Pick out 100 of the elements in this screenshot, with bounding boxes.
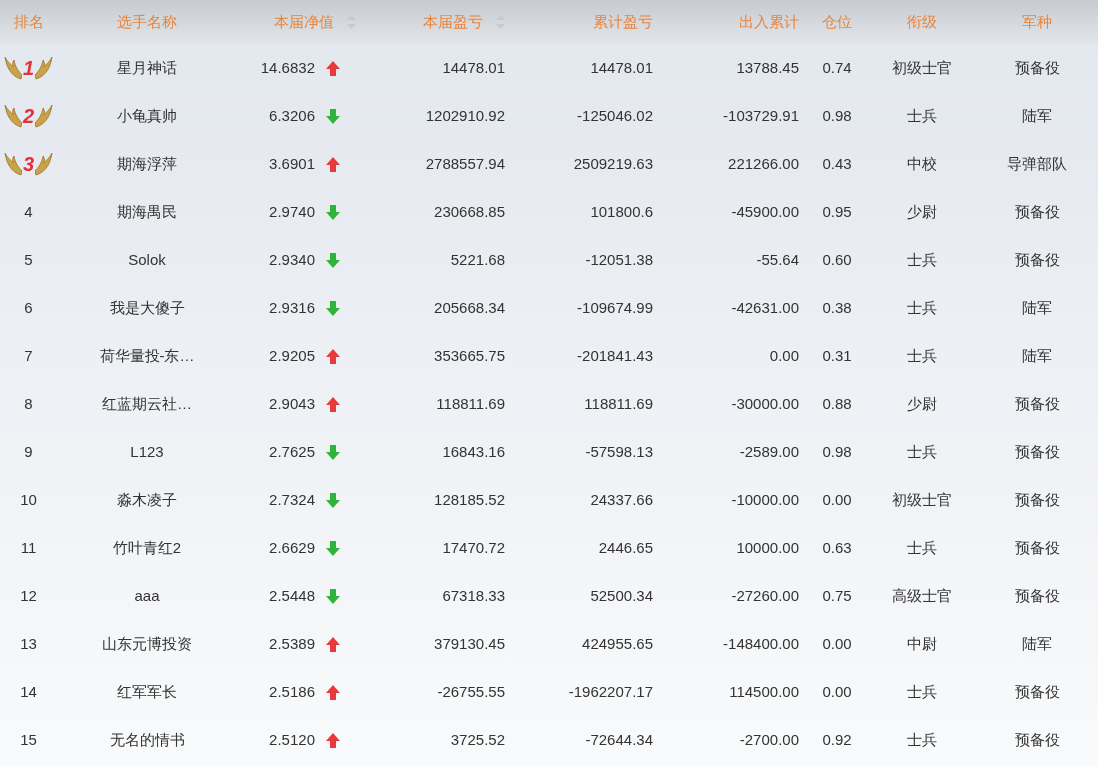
total-profit-cell-text: 2446.65 bbox=[598, 537, 653, 558]
net-value-cell-text: 2.7625 bbox=[269, 441, 315, 462]
net-value-cell-text: 2.5448 bbox=[269, 585, 315, 606]
rank-title-cell-text: 士兵 bbox=[907, 249, 937, 270]
player-name[interactable]: 竹叶青红2 bbox=[112, 536, 182, 560]
total-profit-cell-text: 118811.69 bbox=[584, 393, 653, 414]
wing-icon bbox=[3, 55, 22, 81]
position-cell-text: 0.31 bbox=[822, 345, 852, 366]
player-name[interactable]: 荷华量投-东… bbox=[99, 344, 195, 368]
position-cell-text: 0.38 bbox=[822, 297, 852, 318]
column-header: 累计盈亏 bbox=[593, 11, 653, 32]
column-header: 排名 bbox=[13, 11, 44, 32]
rank-cell-text: 4 bbox=[24, 201, 33, 222]
flow-cell-text: -42631.00 bbox=[731, 297, 799, 318]
profit-cell-text: 128185.52 bbox=[434, 489, 505, 510]
flow-cell-text: -45900.00 bbox=[731, 201, 799, 222]
player-name[interactable]: 期海禺民 bbox=[117, 200, 177, 224]
rank-medal: 2 bbox=[3, 103, 54, 129]
flow-cell-text: 0.00 bbox=[769, 345, 799, 366]
column-header: 仓位 bbox=[822, 11, 852, 32]
player-name[interactable]: 我是大傻子 bbox=[109, 296, 185, 320]
rank-cell-text: 15 bbox=[20, 729, 37, 750]
player-name[interactable]: 无名的情书 bbox=[109, 728, 185, 752]
player-name[interactable]: aaa bbox=[134, 584, 160, 608]
profit-cell-text: 67318.33 bbox=[442, 585, 505, 606]
player-name[interactable]: 星月神话 bbox=[117, 56, 177, 80]
total-profit-cell-text: 14478.01 bbox=[590, 57, 653, 78]
rank-cell-text: 6 bbox=[24, 297, 33, 318]
wing-icon bbox=[3, 151, 22, 177]
player-name[interactable]: 淼木凌子 bbox=[117, 488, 177, 512]
profit-cell-text: 3725.52 bbox=[450, 729, 505, 750]
net-value-cell-text: 2.7324 bbox=[269, 489, 315, 510]
rank-title-cell-text: 中尉 bbox=[907, 633, 937, 654]
rank-title-cell-text: 士兵 bbox=[907, 537, 937, 558]
flow-cell-text: 13788.45 bbox=[736, 57, 799, 78]
rank-title-cell-text: 士兵 bbox=[907, 297, 937, 318]
branch-cell-text: 陆军 bbox=[1022, 345, 1052, 366]
branch-cell-text: 预备役 bbox=[1014, 201, 1060, 222]
branch-cell-text: 预备役 bbox=[1014, 585, 1060, 606]
rank-title-cell-text: 中校 bbox=[907, 153, 937, 174]
player-name[interactable]: 红蓝期云社… bbox=[102, 392, 192, 416]
profit-cell-text: 17470.72 bbox=[442, 537, 505, 558]
wing-icon bbox=[35, 55, 54, 81]
total-profit-cell-text: 24337.66 bbox=[590, 489, 653, 510]
profit-cell-text: 2788557.94 bbox=[425, 153, 505, 174]
player-name[interactable]: L123 bbox=[130, 440, 164, 464]
profit-cell-text: 118811.69 bbox=[436, 393, 505, 414]
branch-cell-text: 陆军 bbox=[1022, 297, 1052, 318]
position-cell-text: 0.98 bbox=[822, 441, 852, 462]
wing-icon bbox=[35, 151, 54, 177]
flow-cell-text: -10000.00 bbox=[731, 489, 799, 510]
profit-cell-text: -26755.55 bbox=[437, 681, 505, 702]
branch-cell-text: 预备役 bbox=[1014, 537, 1060, 558]
player-name[interactable]: 小龟真帅 bbox=[117, 104, 177, 128]
wing-icon bbox=[3, 103, 22, 129]
column-header: 军种 bbox=[1022, 11, 1052, 32]
net-value-cell-text: 2.5389 bbox=[269, 633, 315, 654]
rank-cell-text: 11 bbox=[20, 537, 37, 558]
branch-cell-text: 预备役 bbox=[1014, 57, 1060, 78]
rank-title-cell-text: 士兵 bbox=[907, 441, 937, 462]
branch-cell-text: 预备役 bbox=[1014, 393, 1060, 414]
position-cell-text: 0.43 bbox=[822, 153, 852, 174]
branch-cell-text: 预备役 bbox=[1014, 249, 1060, 270]
net-value-cell-text: 2.5186 bbox=[269, 681, 315, 702]
total-profit-cell-text: 101800.6 bbox=[590, 201, 653, 222]
net-value-cell-text: 14.6832 bbox=[260, 57, 315, 78]
net-value-cell-text: 2.9316 bbox=[269, 297, 315, 318]
column-header: 出入累计 bbox=[739, 11, 799, 32]
column-header: 选手名称 bbox=[117, 11, 177, 32]
profit-cell-text: 1202910.92 bbox=[425, 105, 505, 126]
player-name[interactable]: 期海浮萍 bbox=[117, 152, 177, 176]
flow-cell-text: -55.64 bbox=[756, 249, 799, 270]
rank-cell-text: 7 bbox=[24, 345, 33, 366]
flow-cell-text: 10000.00 bbox=[736, 537, 799, 558]
rank-title-cell-text: 初级士官 bbox=[892, 489, 952, 510]
branch-cell-text: 预备役 bbox=[1014, 681, 1060, 702]
flow-cell-text: 114500.00 bbox=[729, 681, 799, 702]
rank-cell-text: 10 bbox=[20, 489, 37, 510]
branch-cell-text: 预备役 bbox=[1014, 729, 1060, 750]
total-profit-cell-text: -12051.38 bbox=[585, 249, 653, 270]
position-cell-text: 0.88 bbox=[822, 393, 852, 414]
profit-cell-text: 379130.45 bbox=[434, 633, 505, 654]
branch-cell-text: 预备役 bbox=[1014, 489, 1060, 510]
flow-cell-text: 221266.00 bbox=[728, 153, 799, 174]
column-header: 衔级 bbox=[907, 11, 937, 32]
rank-cell-text: 12 bbox=[20, 585, 37, 606]
net-value-cell-text: 2.9740 bbox=[269, 201, 315, 222]
rank-medal: 1 bbox=[3, 55, 54, 81]
rank-cell-text: 8 bbox=[24, 393, 33, 414]
player-name[interactable]: 红军军长 bbox=[117, 680, 177, 704]
profit-cell-text: 14478.01 bbox=[442, 57, 505, 78]
branch-cell-text: 陆军 bbox=[1022, 105, 1052, 126]
player-name[interactable]: Solok bbox=[128, 248, 166, 272]
rank-cell-text: 9 bbox=[24, 441, 33, 462]
rank-title-cell-text: 士兵 bbox=[907, 681, 937, 702]
branch-cell-text: 陆军 bbox=[1022, 633, 1052, 654]
total-profit-cell-text: -1962207.17 bbox=[568, 681, 653, 702]
player-name[interactable]: 山东元博投资 bbox=[102, 632, 192, 656]
flow-cell-text: -103729.91 bbox=[723, 105, 799, 126]
net-value-cell-text: 2.6629 bbox=[269, 537, 315, 558]
